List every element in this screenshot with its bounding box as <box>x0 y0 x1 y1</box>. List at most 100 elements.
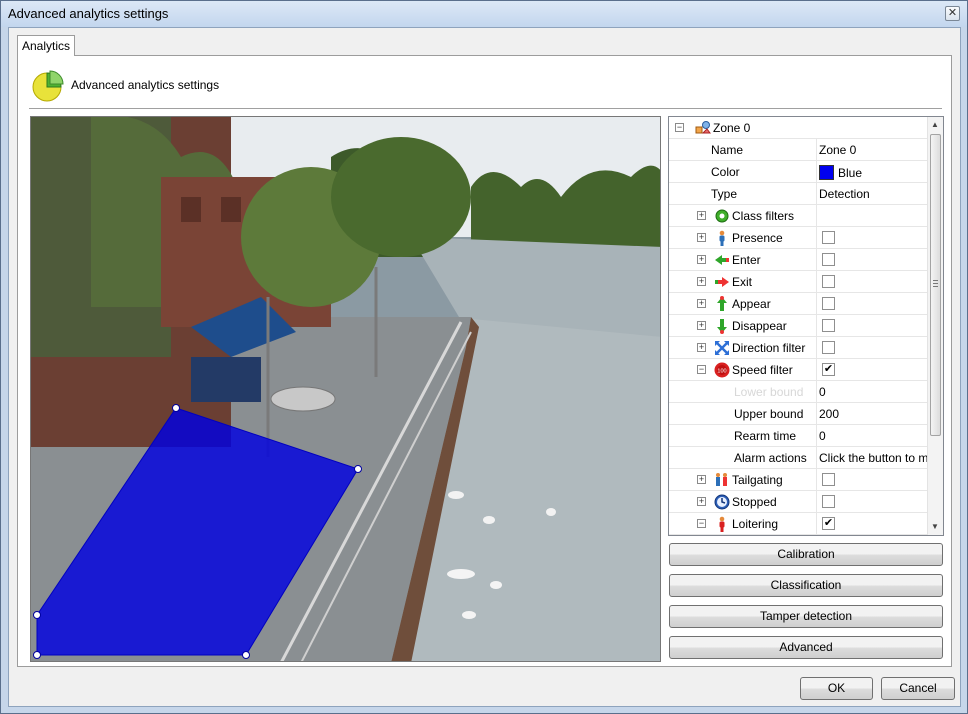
enable-checkbox[interactable] <box>822 495 835 508</box>
expand-toggle[interactable]: + <box>697 343 706 352</box>
title-bar[interactable]: Advanced analytics settings ✕ <box>1 1 967 27</box>
column-divider <box>816 469 817 491</box>
scroll-down-arrow-icon[interactable]: ▼ <box>931 522 939 531</box>
tree-row-label: Rearm time <box>734 429 797 443</box>
enable-checkbox[interactable] <box>822 473 835 486</box>
tree-row-lower-bound[interactable]: Lower bound 0 <box>669 381 928 403</box>
column-divider <box>816 249 817 271</box>
tree-row-class-filters[interactable]: + Class filters <box>669 205 928 227</box>
expand-toggle[interactable]: + <box>697 299 706 308</box>
tree-row-value[interactable]: Blue <box>819 165 927 180</box>
dialog-client-area: Analytics Advanced analytics settings − … <box>8 27 961 707</box>
expand-toggle[interactable]: + <box>697 233 706 242</box>
tree-row-value[interactable]: Zone 0 <box>819 143 927 157</box>
column-divider <box>816 359 817 381</box>
tree-row-name[interactable]: Name Zone 0 <box>669 139 928 161</box>
camera-scene <box>31 117 660 661</box>
panel-header-title: Advanced analytics settings <box>71 78 220 92</box>
tree-row-value[interactable]: 200 <box>819 407 927 421</box>
expand-toggle[interactable]: + <box>697 497 706 506</box>
speed-limit-text: 100 <box>717 369 726 375</box>
enable-checkbox[interactable] <box>822 319 835 332</box>
tree-row-stopped[interactable]: + Stopped <box>669 491 928 513</box>
tree-row-presence[interactable]: + Presence <box>669 227 928 249</box>
column-divider <box>816 403 817 425</box>
column-divider <box>816 183 817 205</box>
camera-view[interactable] <box>30 116 661 662</box>
gear-icon <box>715 209 729 223</box>
zone-vertex-handle <box>354 465 362 473</box>
tree-row-value[interactable]: 0 <box>819 429 927 443</box>
pie-chart-icon <box>32 70 64 102</box>
zone-vertex-handle <box>172 404 180 412</box>
enable-checkbox[interactable] <box>822 341 835 354</box>
expand-toggle[interactable]: + <box>697 255 706 264</box>
scroll-thumb[interactable] <box>930 134 941 436</box>
tree-row-type[interactable]: Type Detection <box>669 183 928 205</box>
tree-row-exit[interactable]: + Exit <box>669 271 928 293</box>
color-swatch <box>819 165 834 180</box>
expand-toggle[interactable]: + <box>697 211 706 220</box>
enable-checkbox[interactable]: ✔ <box>822 363 835 376</box>
tree-row-label: Presence <box>732 231 783 245</box>
scroll-grip-icon <box>933 280 938 287</box>
ok-button[interactable]: OK <box>800 677 873 700</box>
tree-row-tailgating[interactable]: + Tailgating <box>669 469 928 491</box>
expand-toggle[interactable]: − <box>697 519 706 528</box>
tree-row-label: Alarm actions <box>734 451 807 465</box>
collapse-toggle[interactable]: − <box>675 123 684 132</box>
column-divider <box>816 315 817 337</box>
tree-row-loitering[interactable]: − Loitering ✔ <box>669 513 928 535</box>
tree-row-appear[interactable]: + Appear <box>669 293 928 315</box>
column-divider <box>816 381 817 403</box>
enable-checkbox[interactable] <box>822 231 835 244</box>
column-divider <box>816 161 817 183</box>
classification-button[interactable]: Classification <box>669 574 943 597</box>
zone-properties-tree[interactable]: − Zone 0 Name Zone 0 Color Blue Type Detectio… <box>668 116 944 536</box>
exit-arrow-icon <box>715 277 729 287</box>
tamper-detection-button[interactable]: Tamper detection <box>669 605 943 628</box>
expand-toggle[interactable]: + <box>697 321 706 330</box>
column-divider <box>816 447 817 469</box>
enable-checkbox[interactable]: ✔ <box>822 517 835 530</box>
zone-vertex-handle <box>33 611 41 619</box>
tab-analytics[interactable]: Analytics <box>17 35 75 56</box>
tree-row-color[interactable]: Color Blue <box>669 161 928 183</box>
tree-row-value[interactable]: 0 <box>819 385 927 399</box>
tree-row-disappear[interactable]: + Disappear <box>669 315 928 337</box>
column-divider <box>816 227 817 249</box>
tree-row-alarm-actions[interactable]: Alarm actions Click the button to mod <box>669 447 928 469</box>
tree-row-direction-filter[interactable]: + Direction filter <box>669 337 928 359</box>
tree-row-value[interactable]: Click the button to mod <box>819 451 927 465</box>
tree-root-zone[interactable]: − Zone 0 <box>669 117 928 139</box>
clock-icon <box>714 494 730 510</box>
close-button[interactable]: ✕ <box>945 6 960 21</box>
column-divider <box>816 139 817 161</box>
enable-checkbox[interactable] <box>822 297 835 310</box>
calibration-button[interactable]: Calibration <box>669 543 943 566</box>
tree-root-label: Zone 0 <box>713 121 751 135</box>
enable-checkbox[interactable] <box>822 275 835 288</box>
expand-toggle[interactable]: − <box>697 365 706 374</box>
expand-toggle[interactable]: + <box>697 475 706 484</box>
cancel-button[interactable]: Cancel <box>881 677 955 700</box>
person-icon <box>719 230 725 246</box>
tree-row-upper-bound[interactable]: Upper bound 200 <box>669 403 928 425</box>
tree-scrollbar[interactable]: ▲ ▼ <box>927 117 943 535</box>
appear-icon <box>717 296 727 311</box>
tree-row-speed-filter[interactable]: − 100 Speed filter ✔ <box>669 359 928 381</box>
tree-row-label: Class filters <box>732 209 795 223</box>
tree-row-label: Lower bound <box>734 385 804 399</box>
tree-row-value[interactable]: Detection <box>819 187 927 201</box>
enable-checkbox[interactable] <box>822 253 835 266</box>
tree-row-enter[interactable]: + Enter <box>669 249 928 271</box>
tree-row-label: Enter <box>732 253 761 267</box>
advanced-button[interactable]: Advanced <box>669 636 943 659</box>
dialog-window: Advanced analytics settings ✕ Analytics … <box>0 0 968 714</box>
expand-toggle[interactable]: + <box>697 277 706 286</box>
column-divider <box>816 205 817 227</box>
tree-row-label: Name <box>711 143 744 157</box>
scroll-up-arrow-icon[interactable]: ▲ <box>931 120 939 129</box>
zone-vertex-handle <box>242 651 250 659</box>
tree-row-rearm-time[interactable]: Rearm time 0 <box>669 425 928 447</box>
